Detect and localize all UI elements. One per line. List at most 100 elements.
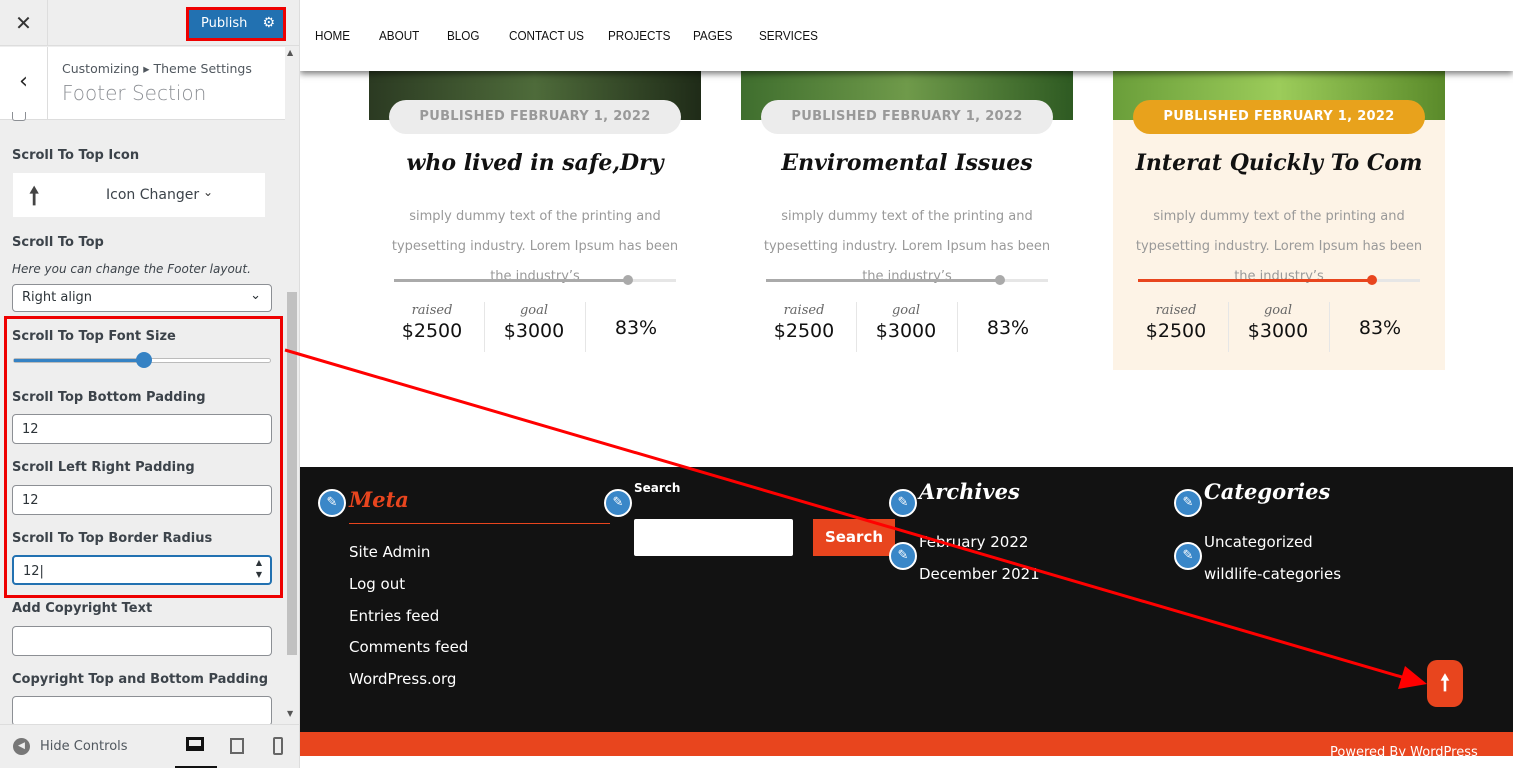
edit-pencil-icon[interactable]: ✎ [604, 489, 632, 517]
edit-pencil-icon[interactable]: ✎ [1174, 489, 1202, 517]
archive-link[interactable]: February 2022 [919, 533, 1028, 551]
font-size-label: Scroll To Top Font Size [12, 329, 176, 344]
progress-dot [995, 275, 1006, 285]
tablet-preview-icon[interactable] [230, 738, 244, 754]
nav-pages[interactable]: PAGES [693, 28, 732, 43]
card-title[interactable]: Interat Quickly To Com [1113, 150, 1445, 176]
goal-value: $3000 [1247, 320, 1309, 342]
raised-stat: raised $2500 [754, 303, 854, 342]
archive-link[interactable]: December 2021 [919, 565, 1040, 583]
goal-stat: goal $3000 [484, 303, 584, 342]
chevron-down-icon: ⌄ [250, 288, 261, 303]
publish-button[interactable]: Publish ⚙ [186, 7, 286, 41]
date-pill: PUBLISHED FEBRUARY 1, 2022 [1133, 100, 1425, 134]
copyright-label: Add Copyright Text [12, 601, 153, 616]
meta-link[interactable]: Log out [349, 575, 405, 593]
category-link[interactable]: wildlife-categories [1204, 565, 1341, 583]
campaign-card: PUBLISHED FEBRUARY 1, 2022 Interat Quickl… [1113, 60, 1445, 370]
slider-handle[interactable] [136, 352, 152, 368]
close-icon[interactable]: ✕ [0, 0, 48, 46]
customizer-footer: ◀ Hide Controls [0, 724, 299, 768]
goal-value: $3000 [875, 320, 937, 342]
raised-value: $2500 [401, 320, 463, 342]
hide-controls-icon[interactable]: ◀ [13, 738, 30, 755]
site-preview: HOME ABOUT BLOG CONTACT US PROJECTS PAGE… [300, 0, 1513, 768]
bottom-padding-label: Scroll Top Bottom Padding [12, 390, 206, 405]
raised-label: raised [783, 303, 825, 318]
progress-fill [766, 279, 1001, 282]
footer-search-input[interactable] [634, 519, 793, 556]
archives-title: Archives [919, 479, 1020, 504]
meta-link[interactable]: Site Admin [349, 543, 430, 561]
customizer-header: ✕ Publish ⚙ [0, 0, 299, 46]
lr-padding-input[interactable]: 12 [12, 485, 272, 515]
scroll-up-arrow[interactable]: ▲ [287, 48, 293, 57]
search-title: Search [634, 481, 681, 495]
nav-contact[interactable]: CONTACT US [509, 28, 584, 43]
bottom-padding-input[interactable]: 12 [12, 414, 272, 444]
goal-label: goal [519, 303, 549, 318]
sidebar-scrollbar[interactable] [287, 292, 297, 655]
desktop-preview-icon[interactable] [186, 737, 204, 751]
scroll-icon-label: Scroll To Top Icon [12, 148, 140, 163]
border-radius-label: Scroll To Top Border Radius [12, 531, 213, 546]
progress-fill [394, 279, 629, 282]
meta-link[interactable]: WordPress.org [349, 670, 456, 688]
card-title[interactable]: Enviromental Issues [741, 150, 1073, 176]
meta-link[interactable]: Comments feed [349, 638, 468, 656]
raised-label: raised [411, 303, 453, 318]
copyright-text: Powered By WordPress [1330, 745, 1478, 760]
scroll-to-top-button[interactable]: 🠕 [1427, 660, 1463, 707]
card-title[interactable]: who lived in safe,Dry [369, 150, 701, 176]
scroll-to-top-label: Scroll To Top [12, 235, 104, 250]
goal-stat: goal $3000 [1228, 303, 1328, 342]
campaign-card: PUBLISHED FEBRUARY 1, 2022 who lived in s… [369, 60, 701, 370]
raised-stat: raised $2500 [382, 303, 482, 342]
nav-about[interactable]: ABOUT [379, 28, 419, 43]
nav-home[interactable]: HOME [315, 28, 350, 43]
gear-icon[interactable]: ⚙ [262, 15, 275, 31]
percent-value: 83% [986, 317, 1030, 339]
copyright-input[interactable] [12, 626, 272, 656]
scroll-to-top-description: Here you can change the Footer layout. [12, 262, 251, 276]
nav-projects[interactable]: PROJECTS [608, 28, 670, 43]
number-spinner[interactable]: ▲ ▼ [256, 557, 262, 581]
edit-pencil-icon[interactable]: ✎ [318, 489, 346, 517]
copyright-padding-input[interactable] [12, 696, 272, 726]
section-title: Footer Section [62, 81, 207, 105]
edit-pencil-icon[interactable]: ✎ [889, 542, 917, 570]
border-radius-input[interactable]: 12| ▲ ▼ [12, 555, 272, 585]
footer-search-button[interactable]: Search [813, 519, 895, 556]
percent-value: 83% [614, 317, 658, 339]
meta-link[interactable]: Entries feed [349, 607, 439, 625]
progress-fill [1138, 279, 1373, 282]
icon-changer-dropdown[interactable]: 🠕 Icon Changer ⌄ [13, 173, 265, 217]
progress-dot [623, 275, 634, 285]
scroll-down-arrow[interactable]: ▼ [287, 709, 293, 718]
nav-services[interactable]: SERVICES [759, 28, 818, 43]
raised-value: $2500 [773, 320, 835, 342]
edit-pencil-icon[interactable]: ✎ [889, 489, 917, 517]
font-size-slider[interactable] [13, 352, 271, 368]
category-link[interactable]: Uncategorized [1204, 533, 1313, 551]
edit-pencil-icon[interactable]: ✎ [1174, 542, 1202, 570]
copyright-padding-label: Copyright Top and Bottom Padding [12, 672, 269, 687]
goal-label: goal [1263, 303, 1293, 318]
goal-stat: goal $3000 [856, 303, 956, 342]
progress-track [394, 275, 676, 285]
goal-value: $3000 [503, 320, 565, 342]
campaign-card: PUBLISHED FEBRUARY 1, 2022 Enviromental I… [741, 60, 1073, 370]
raised-stat: raised $2500 [1126, 303, 1226, 342]
mobile-preview-icon[interactable] [273, 737, 283, 755]
hide-controls-button[interactable]: Hide Controls [40, 739, 128, 754]
back-chevron-icon[interactable]: ‹ [0, 47, 48, 120]
progress-dot [1367, 275, 1378, 285]
nav-blog[interactable]: BLOG [447, 28, 480, 43]
arrow-up-icon: 🠕 [29, 182, 40, 210]
meta-divider [349, 523, 610, 524]
alignment-select[interactable]: Right align ⌄ [12, 284, 272, 312]
checkbox[interactable] [12, 112, 26, 121]
raised-value: $2500 [1145, 320, 1207, 342]
categories-title: Categories [1204, 479, 1331, 504]
meta-title: Meta [349, 487, 409, 512]
